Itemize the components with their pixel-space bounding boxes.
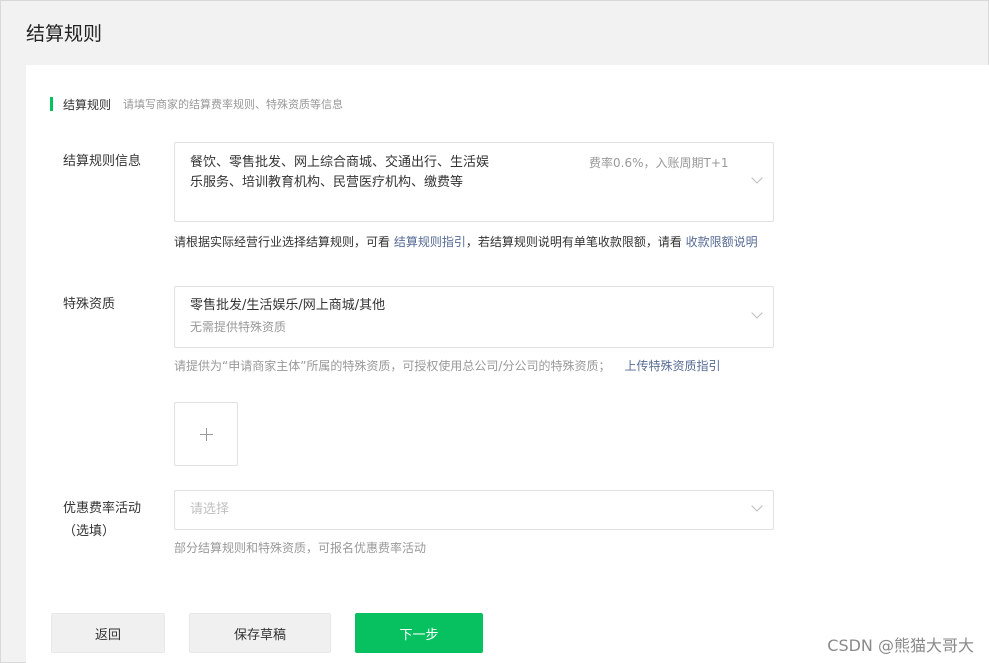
qualification-value: 零售批发/生活娱乐/网上商城/其他	[190, 298, 386, 313]
settlement-rule-select[interactable]: 餐饮、零售批发、网上综合商城、交通出行、生活娱乐服务、培训教育机构、民营医疗机构…	[174, 142, 774, 222]
settlement-rule-value: 餐饮、零售批发、网上综合商城、交通出行、生活娱乐服务、培训教育机构、民营医疗机构…	[190, 155, 490, 190]
chevron-down-icon	[751, 309, 763, 321]
discount-label-line2: （选填）	[63, 524, 116, 539]
qualification-label: 特殊资质	[63, 297, 116, 312]
payment-limit-link[interactable]: 收款限额说明	[686, 235, 758, 249]
plus-icon	[199, 427, 213, 441]
section-subtitle: 请填写商家的结算费率规则、特殊资质等信息	[123, 98, 344, 111]
settlement-hint-text: 请根据实际经营行业选择结算规则，可看	[174, 235, 394, 249]
discount-select[interactable]: 请选择	[174, 490, 774, 530]
save-draft-button[interactable]: 保存草稿	[189, 613, 331, 653]
qualification-select[interactable]: 零售批发/生活娱乐/网上商城/其他 无需提供特殊资质	[174, 286, 774, 348]
back-button[interactable]: 返回	[51, 613, 165, 653]
form-card: 结算规则 请填写商家的结算费率规则、特殊资质等信息 结算规则信息 餐饮、零售批发…	[26, 65, 989, 663]
settlement-hint: 请根据实际经营行业选择结算规则，可看 结算规则指引，若结算规则说明有单笔收款限额…	[174, 233, 758, 251]
page-title: 结算规则	[26, 23, 103, 45]
discount-placeholder: 请选择	[190, 502, 230, 517]
settlement-rate-text: 费率0.6%，入账周期T+1	[589, 156, 729, 170]
next-step-button[interactable]: 下一步	[355, 613, 483, 653]
settlement-rule-label: 结算规则信息	[63, 154, 142, 169]
watermark: CSDN @熊猫大哥大	[827, 636, 974, 655]
upload-qualification-guide-link[interactable]: 上传特殊资质指引	[624, 359, 720, 373]
chevron-down-icon	[751, 174, 763, 186]
section-header: 结算规则 请填写商家的结算费率规则、特殊资质等信息	[50, 97, 344, 112]
qualification-subtext: 无需提供特殊资质	[190, 320, 287, 334]
chevron-down-icon	[751, 502, 763, 514]
discount-hint: 部分结算规则和特殊资质，可报名优惠费率活动	[174, 541, 427, 555]
section-title: 结算规则	[63, 97, 112, 112]
section-accent-bar	[50, 97, 53, 111]
settlement-guide-link[interactable]: 结算规则指引	[394, 235, 466, 249]
qualification-hint: 请提供为“申请商家主体”所属的特殊资质，可授权使用总公司/分公司的特殊资质； 上传…	[174, 357, 721, 375]
settlement-hint-mid: ，若结算规则说明有单笔收款限额，请看	[465, 235, 686, 249]
upload-qualification-button[interactable]	[174, 402, 238, 466]
qualification-hint-text: 请提供为“申请商家主体”所属的特殊资质，可授权使用总公司/分公司的特殊资质；	[174, 359, 611, 373]
discount-label-line1: 优惠费率活动	[63, 501, 142, 516]
discount-label: 优惠费率活动 （选填）	[63, 498, 141, 543]
